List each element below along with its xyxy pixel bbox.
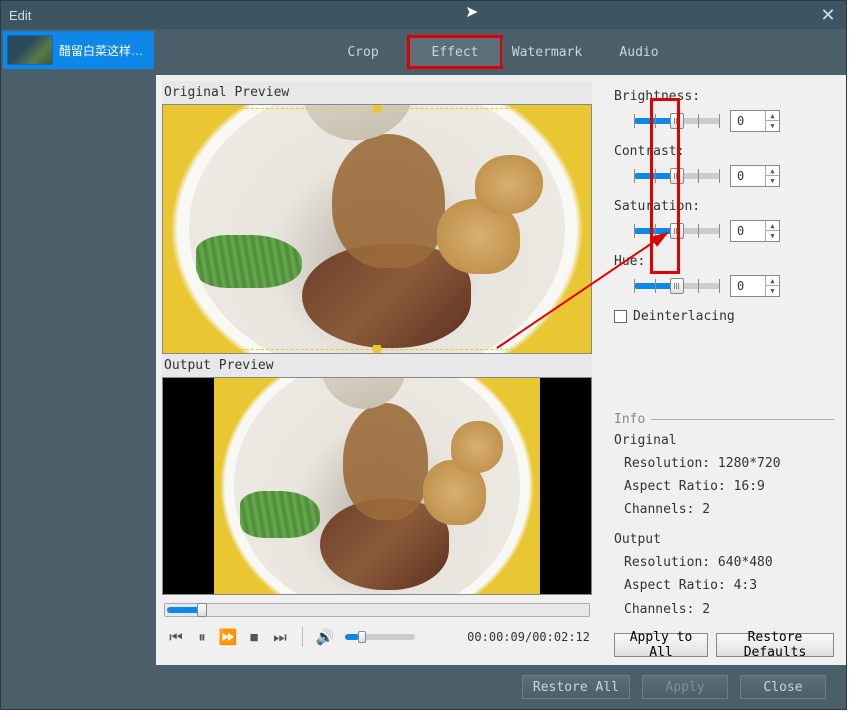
hue-down[interactable]: ▼	[766, 286, 779, 296]
original-preview	[162, 104, 592, 354]
clip-thumbnail	[7, 35, 53, 65]
hue-spinner[interactable]: 0 ▲▼	[730, 275, 780, 297]
close-icon[interactable]: ✕	[818, 5, 838, 26]
volume-icon[interactable]: 🔊	[313, 625, 337, 649]
volume-thumb[interactable]	[358, 631, 366, 643]
deinterlacing-label: Deinterlacing	[633, 309, 735, 324]
deinterlacing-checkbox[interactable]	[614, 310, 627, 323]
hue-up[interactable]: ▲	[766, 276, 779, 286]
tab-audio[interactable]: Audio	[594, 38, 684, 66]
tab-watermark[interactable]: Watermark	[502, 38, 592, 66]
info-output-resolution: Resolution: 640*480	[614, 551, 834, 574]
brightness-up[interactable]: ▲	[766, 111, 779, 121]
hue-thumb[interactable]	[670, 278, 684, 294]
info-output-channels: Channels: 2	[614, 598, 834, 621]
saturation-down[interactable]: ▼	[766, 231, 779, 241]
output-preview	[162, 377, 592, 595]
time-display: 00:00:09/00:02:12	[467, 630, 590, 644]
info-original-aspect: Aspect Ratio: 16:9	[614, 475, 834, 498]
fast-forward-button[interactable]: ⏩	[216, 625, 240, 649]
window-title: Edit	[9, 8, 31, 23]
tab-bar: Crop Effect Watermark Audio	[156, 29, 846, 75]
apply-to-all-button[interactable]: Apply to All	[614, 633, 708, 657]
footer: Restore All Apply Close	[1, 665, 846, 709]
brightness-thumb[interactable]	[670, 113, 684, 129]
contrast-up[interactable]: ▲	[766, 166, 779, 176]
apply-button[interactable]: Apply	[642, 675, 728, 699]
brightness-down[interactable]: ▼	[766, 121, 779, 131]
contrast-label: Contrast:	[614, 144, 834, 159]
titlebar: Edit ✕	[1, 1, 846, 29]
info-original-heading: Original	[614, 433, 834, 448]
tab-crop[interactable]: Crop	[318, 38, 408, 66]
saturation-thumb[interactable]	[670, 223, 684, 239]
brightness-slider[interactable]	[634, 118, 720, 124]
next-button[interactable]: ⏭	[268, 625, 292, 649]
volume-slider[interactable]	[345, 634, 415, 640]
hue-label: Hue:	[614, 254, 834, 269]
contrast-thumb[interactable]	[670, 168, 684, 184]
hue-slider[interactable]	[634, 283, 720, 289]
saturation-slider[interactable]	[634, 228, 720, 234]
sidebar: 醋留白菜这样…	[1, 29, 156, 665]
contrast-slider[interactable]	[634, 173, 720, 179]
contrast-spinner[interactable]: 0 ▲▼	[730, 165, 780, 187]
info-original-channels: Channels: 2	[614, 498, 834, 521]
original-preview-label: Original Preview	[162, 81, 592, 104]
brightness-spinner[interactable]: 0 ▲▼	[730, 110, 780, 132]
saturation-spinner[interactable]: 0 ▲▼	[730, 220, 780, 242]
saturation-up[interactable]: ▲	[766, 221, 779, 231]
saturation-label: Saturation:	[614, 199, 834, 214]
pause-button[interactable]: ⏸	[190, 625, 214, 649]
restore-defaults-button[interactable]: Restore Defaults	[716, 633, 834, 657]
info-original-resolution: Resolution: 1280*720	[614, 452, 834, 475]
contrast-down[interactable]: ▼	[766, 176, 779, 186]
restore-all-button[interactable]: Restore All	[522, 675, 630, 699]
sidebar-item-clip[interactable]: 醋留白菜这样…	[3, 31, 154, 69]
info-header: Info	[614, 412, 834, 427]
brightness-label: Brightness:	[614, 89, 834, 104]
progress-bar[interactable]	[164, 603, 590, 617]
info-output-aspect: Aspect Ratio: 4:3	[614, 574, 834, 597]
info-output-heading: Output	[614, 532, 834, 547]
sidebar-item-label: 醋留白菜这样…	[59, 42, 143, 59]
progress-thumb[interactable]	[197, 603, 207, 617]
stop-button[interactable]: ■	[242, 625, 266, 649]
output-preview-label: Output Preview	[162, 354, 592, 377]
tab-effect[interactable]: Effect	[410, 38, 500, 66]
prev-button[interactable]: ⏮	[164, 625, 188, 649]
close-button[interactable]: Close	[740, 675, 826, 699]
